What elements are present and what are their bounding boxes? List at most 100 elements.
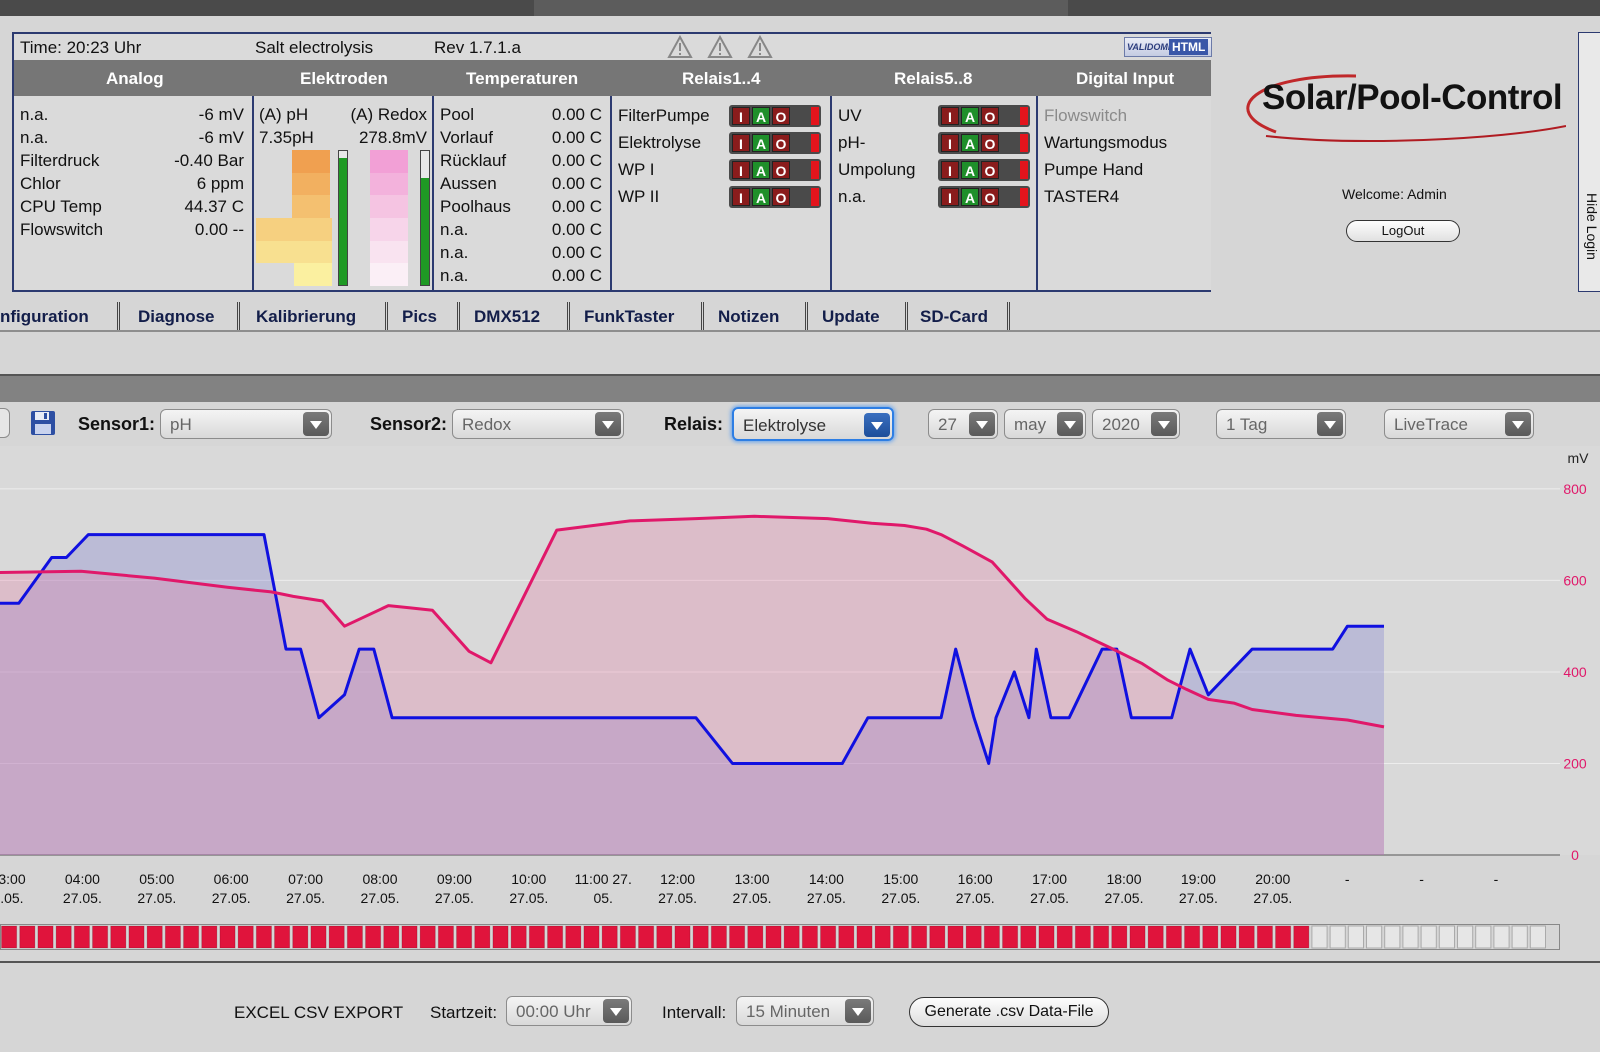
tab-pics[interactable]: Pics [392,302,460,330]
column-header-elektroden: Elektroden [300,69,388,88]
day-select[interactable]: 27 [928,409,998,439]
browser-tab-active[interactable] [534,0,1068,16]
tab-kalibrierung[interactable]: Kalibrierung [244,302,388,330]
x-tick-date: 27.05. [658,890,697,906]
relay-auto-button[interactable]: A [752,107,770,125]
relay-auto-button[interactable]: A [961,188,979,206]
y-tick-label: 800 [1563,481,1587,497]
gauge-segment [256,240,332,264]
temperature-label: Pool [440,105,475,124]
tab-sd-card[interactable]: SD-Card [912,302,1010,330]
gauge-level-bar [338,150,348,286]
temperature-label: n.a. [440,220,469,239]
relay-label: Umpolung [838,160,916,179]
relay-on-button[interactable]: I [941,161,959,179]
relay-auto-button[interactable]: A [961,107,979,125]
relay-off-button[interactable]: O [981,161,999,179]
sensor2-select-value: Redox [462,415,512,434]
relay-on-button[interactable]: I [732,188,750,206]
tab-konfiguration[interactable]: nfiguration [0,302,120,330]
relais-select[interactable]: Elektrolyse [732,407,894,441]
relay-on-button[interactable]: I [941,188,959,206]
relay-on-button[interactable]: I [732,134,750,152]
browser-tab[interactable] [0,0,534,16]
tab-label: SD-Card [920,307,989,326]
relay-state-cell [1293,925,1310,949]
relay-state-cell [510,925,527,949]
x-tick-label: - [1494,871,1499,887]
relay-off-button[interactable]: O [772,161,790,179]
relay-off-button[interactable]: O [981,134,999,152]
start-time-select-value: 00:00 Uhr [516,1002,591,1021]
previous-select-stub[interactable] [0,408,10,438]
relay-state-cell [292,925,309,949]
temperature-value: 0.00 C [551,243,602,262]
x-tick-label: 08:00 [362,871,397,887]
relay-off-button[interactable]: O [772,188,790,206]
temperature-value: 0.00 C [551,197,602,216]
relay-state-cell [237,925,254,949]
generate-csv-button[interactable]: Generate .csv Data-File [909,997,1109,1027]
year-select[interactable]: 2020 [1092,409,1180,439]
relay-auto-button[interactable]: A [752,134,770,152]
sensor2-select[interactable]: Redox [452,409,624,439]
chevron-down-icon [1151,412,1177,436]
relay-state-cell [638,925,655,949]
relay-state-cell [1147,925,1164,949]
relay-on-button[interactable]: I [941,107,959,125]
relay-state-cell [492,925,509,949]
relay-on-button[interactable]: I [941,134,959,152]
relay-auto-button[interactable]: A [752,188,770,206]
tab-update[interactable]: Update [812,302,908,330]
relay-off-button[interactable]: O [772,134,790,152]
interval-select[interactable]: 15 Minuten [736,996,874,1026]
hide-login-label: Hide Login [1584,193,1600,260]
chevron-down-icon [603,999,629,1023]
range-select[interactable]: 1 Tag [1216,409,1346,439]
start-time-select[interactable]: 00:00 Uhr [506,996,632,1026]
warning-icon [707,35,733,58]
analog-label: Filterdruck [20,151,100,170]
x-tick-date: 27.05. [733,890,772,906]
hide-login-toggle[interactable]: Hide Login [1578,32,1600,292]
tab-label: Notizen [718,307,780,326]
save-icon[interactable] [30,410,56,436]
relay-off-button[interactable]: O [981,188,999,206]
tab-label: Update [822,307,880,326]
relay-auto-button[interactable]: A [961,134,979,152]
sensor-chart[interactable]: mV 800 600 400 200 0 3:00 7.05. 04:00 27.05. 05:0… [0,446,1600,930]
analog-value: -6 mV [198,128,244,147]
x-tick-label: 17:00 [1032,871,1067,887]
x-tick-label: 06:00 [214,871,249,887]
tab-dmx512[interactable]: DMX512 [464,302,570,330]
relay-off-button[interactable]: O [772,107,790,125]
relay-state-cell [692,925,709,949]
sensor1-select[interactable]: pH [160,409,332,439]
relay-label: Elektrolyse [618,133,702,152]
relay-state-cell [1438,925,1456,949]
relay-off-button[interactable]: O [981,107,999,125]
mode-select[interactable]: LiveTrace [1384,409,1534,439]
relay-auto-button[interactable]: A [961,161,979,179]
chevron-down-icon [845,999,871,1023]
month-select[interactable]: may [1004,409,1086,439]
gauge-level-fill [421,177,429,285]
relay-auto-button[interactable]: A [752,161,770,179]
chevron-down-icon [864,413,890,437]
year-select-value: 2020 [1102,415,1140,434]
tab-funktaster[interactable]: FunkTaster [574,302,704,330]
temperature-value: 0.00 C [551,266,602,285]
relay-state-cell [73,925,91,949]
gauge-segment [370,195,408,218]
tab-label: DMX512 [474,307,541,326]
logout-button[interactable]: LogOut [1346,220,1460,242]
relay-on-button[interactable]: I [732,161,750,179]
tab-notizen[interactable]: Notizen [708,302,808,330]
relay-state-cell [1056,925,1073,949]
x-tick-label: 09:00 [437,871,472,887]
tab-label: Kalibrierung [256,307,357,326]
relay-on-button[interactable]: I [732,107,750,125]
tab-diagnose[interactable]: Diagnose [124,302,240,330]
browser-tab[interactable] [1068,0,1600,16]
html-validator-badge[interactable]: VALIDOME HTML [1124,37,1212,57]
